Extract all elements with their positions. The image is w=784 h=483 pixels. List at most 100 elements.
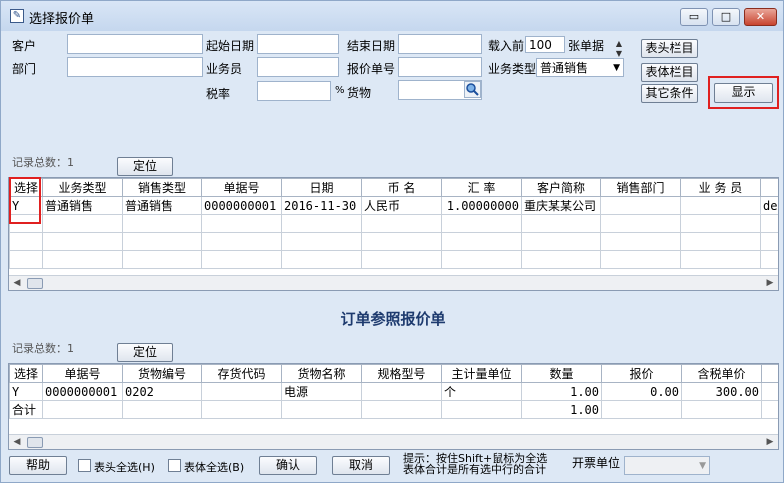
scroll-right-icon[interactable]: ▶	[762, 435, 778, 449]
table-cell[interactable]: de	[760, 196, 778, 215]
table-cell[interactable]	[680, 250, 761, 269]
table-cell[interactable]	[122, 250, 202, 269]
load-count-input[interactable]: 100	[525, 36, 565, 53]
goods-lookup-button[interactable]	[464, 81, 481, 98]
confirm-button[interactable]: 确认	[259, 456, 317, 475]
table-cell[interactable]	[201, 400, 282, 419]
top-horizontal-scrollbar[interactable]: ◀ ▶	[9, 275, 778, 290]
tax-rate-input[interactable]	[257, 81, 331, 101]
table-cell[interactable]	[601, 400, 682, 419]
scroll-left-icon[interactable]: ◀	[9, 435, 25, 449]
end-date-input[interactable]	[398, 34, 482, 54]
table-cell[interactable]: 个	[441, 382, 522, 401]
table-cell[interactable]	[122, 400, 202, 419]
scroll-right-icon[interactable]: ▶	[762, 276, 778, 290]
column-header[interactable]: 日期	[281, 178, 362, 197]
column-header[interactable]	[760, 178, 778, 197]
table-cell[interactable]: 普通销售	[42, 196, 123, 215]
column-header[interactable]: 规格型号	[361, 364, 442, 383]
table-cell[interactable]	[201, 232, 282, 251]
select-all-header-checkbox[interactable]	[78, 459, 91, 472]
table-cell[interactable]	[521, 250, 601, 269]
table-cell[interactable]: 300.00	[681, 382, 762, 401]
table-cell[interactable]	[521, 232, 601, 251]
cancel-button[interactable]: 取消	[332, 456, 390, 475]
table-cell[interactable]	[681, 400, 762, 419]
table-cell[interactable]	[441, 250, 522, 269]
select-all-body-checkbox[interactable]	[168, 459, 181, 472]
minimize-button[interactable]: ▭	[680, 8, 708, 26]
select-all-header-label[interactable]: 表头全选(H)	[94, 459, 155, 475]
column-header[interactable]: 选择	[9, 364, 43, 383]
table-cell[interactable]	[441, 214, 522, 233]
quote-no-input[interactable]	[398, 57, 482, 77]
table-cell[interactable]	[42, 214, 123, 233]
table-cell[interactable]	[761, 400, 778, 419]
quote-detail-grid[interactable]: 选择 单据号 货物编号 存货代码 货物名称 规格型号 主计量单位 数量 报价 含税单价 Y 0000…	[8, 363, 779, 450]
table-cell[interactable]	[201, 214, 282, 233]
table-cell[interactable]	[122, 214, 202, 233]
table-cell[interactable]: 1.00	[521, 382, 602, 401]
quote-header-grid[interactable]: 选择 业务类型 销售类型 单据号 日期币 名汇 率客户简称 销售部门业 务 员 Y 普通销售…	[8, 177, 779, 291]
scroll-left-icon[interactable]: ◀	[9, 276, 25, 290]
salesperson-input[interactable]	[257, 57, 339, 77]
table-cell[interactable]	[201, 250, 282, 269]
column-header[interactable]: 货物编号	[122, 364, 202, 383]
table-cell[interactable]: 普通销售	[122, 196, 202, 215]
column-header[interactable]: 销售类型	[122, 178, 202, 197]
table-cell[interactable]	[361, 214, 442, 233]
column-header[interactable]: 含税单价	[681, 364, 762, 383]
table-cell[interactable]	[281, 232, 362, 251]
table-cell[interactable]	[42, 250, 123, 269]
load-count-spinner[interactable]: ▲ ▼	[612, 39, 626, 59]
table-cell[interactable]	[760, 250, 778, 269]
customer-input[interactable]	[67, 34, 203, 54]
table-cell[interactable]: 合计	[9, 400, 43, 419]
table-cell[interactable]	[521, 214, 601, 233]
table-cell[interactable]: 0.00	[601, 382, 682, 401]
column-header[interactable]: 销售部门	[600, 178, 681, 197]
column-header[interactable]: 存货代码	[201, 364, 282, 383]
table-cell[interactable]: Y	[9, 382, 43, 401]
restore-button[interactable]: □	[712, 8, 740, 26]
column-header[interactable]: 业务类型	[42, 178, 123, 197]
scroll-thumb[interactable]	[27, 278, 43, 289]
column-header[interactable]: 业 务 员	[680, 178, 761, 197]
close-button[interactable]: ✕	[744, 8, 777, 26]
other-conditions-button[interactable]: 其它条件	[641, 84, 698, 103]
column-header[interactable]: 单据号	[42, 364, 123, 383]
table-row[interactable]: Y 0000000001 0202 电源 个 1.00 0.00 300.00	[9, 382, 778, 401]
column-header[interactable]: 币 名	[361, 178, 442, 197]
start-date-input[interactable]	[257, 34, 339, 54]
table-cell[interactable]: 1.00	[521, 400, 602, 419]
table-cell[interactable]	[680, 196, 761, 215]
table-cell[interactable]	[600, 232, 681, 251]
table-cell[interactable]	[600, 250, 681, 269]
scroll-thumb[interactable]	[27, 437, 43, 448]
column-header[interactable]	[761, 364, 778, 383]
table-row[interactable]: 合计 1.00	[9, 400, 778, 419]
column-header[interactable]: 主计量单位	[441, 364, 522, 383]
department-input[interactable]	[67, 57, 203, 77]
column-header[interactable]: 报价	[601, 364, 682, 383]
column-header[interactable]: 汇 率	[441, 178, 522, 197]
spin-up-icon[interactable]: ▲	[612, 39, 626, 49]
table-row[interactable]: Y 普通销售 普通销售 0000000001 2016-11-30 人民币 1.000000…	[9, 196, 778, 215]
biz-type-select[interactable]: 普通销售 ▼	[536, 58, 624, 77]
column-header[interactable]: 单据号	[201, 178, 282, 197]
column-header[interactable]: 数量	[521, 364, 602, 383]
body-columns-button[interactable]: 表体栏目	[641, 63, 698, 82]
bottom-locate-button[interactable]: 定位	[117, 343, 173, 362]
table-cell[interactable]	[42, 232, 123, 251]
table-cell[interactable]	[760, 232, 778, 251]
table-cell[interactable]	[42, 400, 123, 419]
help-button[interactable]: 帮助	[9, 456, 67, 475]
table-cell[interactable]	[600, 196, 681, 215]
table-cell[interactable]	[761, 382, 778, 401]
table-cell[interactable]	[281, 250, 362, 269]
table-cell[interactable]	[281, 400, 362, 419]
table-cell[interactable]: 1.00000000	[441, 196, 522, 215]
table-cell[interactable]	[281, 214, 362, 233]
table-cell[interactable]	[361, 232, 442, 251]
table-cell[interactable]: 0202	[122, 382, 202, 401]
